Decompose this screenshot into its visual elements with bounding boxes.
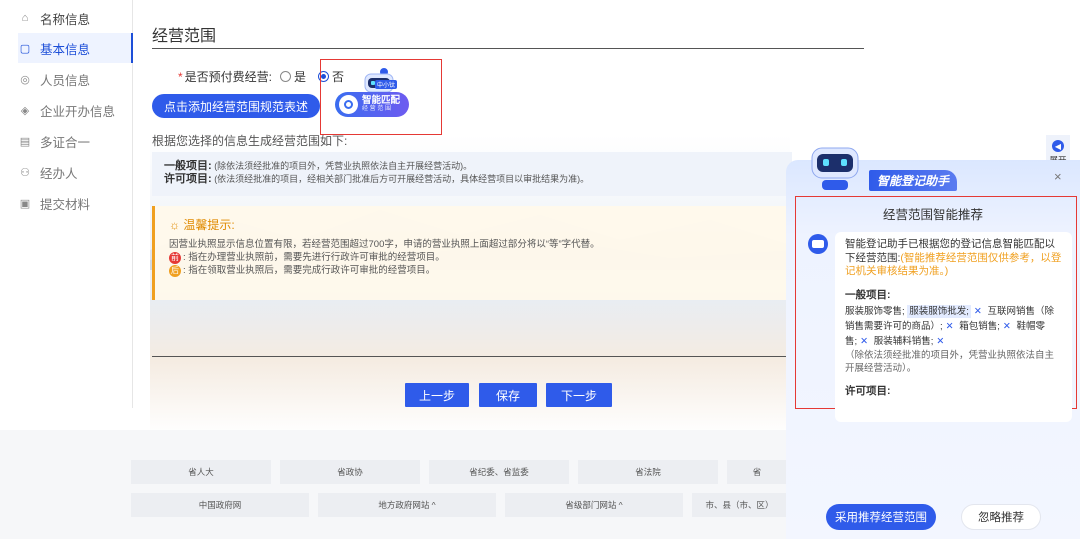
before-badge: 前 <box>169 251 181 264</box>
prev-step-button[interactable]: 上一步 <box>405 383 469 407</box>
smart-match-title: 智能匹配 <box>362 95 401 106</box>
remove-icon[interactable]: ✕ <box>860 336 868 347</box>
sidebar-item-label: 名称信息 <box>40 12 91 27</box>
tip-line: 因营业执照显示信息位置有限，若经营范围超过700字，申请的营业执照上面超过部分将… <box>169 239 600 250</box>
general-text: (除依法须经批准的项目外，凭营业执照依法自主开展经营活动)。 <box>214 161 473 171</box>
shield-icon: ◈ <box>20 104 30 117</box>
sidebar-item-name-info[interactable]: ⌂ 名称信息 <box>18 3 133 33</box>
footer-link[interactable]: 省法院 <box>578 460 718 484</box>
sidebar-item-basic-info[interactable]: ▢ 基本信息 <box>18 33 133 63</box>
use-recommendation-button[interactable]: 采用推荐经营范围 <box>826 504 936 530</box>
scope-item: 服装辅料销售; <box>873 335 934 347</box>
tips-title: ☼ 温馨提示: <box>169 216 778 233</box>
assistant-subtitle: 经营范围智能推荐 <box>882 208 983 222</box>
footer-dropdown[interactable]: 地方政府网站 ^ <box>318 493 496 517</box>
generated-scope-caption: 根据您选择的信息生成经营范围如下: <box>152 134 348 148</box>
tip-line-text: : 指在领取营业执照后，需要完成行政许可审批的经营项目。 <box>183 265 436 276</box>
sidebar-item-label: 多证合一 <box>40 135 91 150</box>
remove-icon[interactable]: ✕ <box>946 321 954 332</box>
scope-item: 服装服饰批发; <box>907 304 971 318</box>
remove-icon[interactable]: ✕ <box>974 306 982 317</box>
footer-link[interactable]: 省政协 <box>280 460 420 484</box>
sidebar: ⌂ 名称信息 ▢ 基本信息 ◎ 人员信息 ◈ 企业开办信息 ▤ 多证合一 ⚇ 经… <box>0 0 133 408</box>
user-icon: ◎ <box>20 73 30 86</box>
scope-item: 服装服饰零售; <box>845 305 905 317</box>
footer-dropdown[interactable]: 省级部门网站 ^ <box>505 493 683 517</box>
sidebar-item-enterprise-info[interactable]: ◈ 企业开办信息 <box>18 95 133 125</box>
scope-note: （除依法须经批准的项目外，凭营业执照依法自主开展经营活动）。 <box>845 349 1055 374</box>
sidebar-item-personnel-info[interactable]: ◎ 人员信息 <box>18 64 133 94</box>
radio-circle <box>280 71 292 82</box>
sidebar-item-label: 经办人 <box>40 166 78 181</box>
footer-link[interactable]: 省 <box>727 460 787 484</box>
prepay-label: 是否预付费经营: <box>184 70 273 84</box>
page-title: 经营范围 <box>152 28 217 45</box>
general-label: 一般项目: <box>845 288 891 301</box>
licensed-text: (依法须经批准的项目，经相关部门批准后方可开展经营活动，具体经营项目以审批结果为… <box>214 174 590 184</box>
scope-summary: 一般项目: (除依法须经批准的项目外，凭营业执照依法自主开展经营活动)。 许可项… <box>152 152 792 196</box>
required-mark: * <box>178 69 183 84</box>
remove-icon[interactable]: ✕ <box>936 336 944 347</box>
tips-box: ☼ 温馨提示: 因营业执照显示信息位置有限，若经营范围超过700字，申请的营业执… <box>152 206 792 300</box>
recommendation-intro: 智能登记助手已根据您的登记信息智能匹配以下经营范围:(智能推荐经营范围仅供参考，… <box>845 238 1062 279</box>
general-label: 一般项目: <box>164 160 212 172</box>
sidebar-item-agent[interactable]: ⚇ 经办人 <box>18 157 133 187</box>
smart-match-subtitle: 经 营 范 围 <box>362 106 392 112</box>
smart-match-badge: 中小钛 <box>375 80 398 89</box>
next-step-button[interactable]: 下一步 <box>546 383 612 407</box>
footer-link[interactable]: 省人大 <box>131 460 271 484</box>
smart-match-button[interactable]: 智能匹配 经 营 范 围 <box>335 92 409 117</box>
assistant-avatar <box>808 234 828 254</box>
footer-link[interactable]: 中国政府网 <box>131 493 309 517</box>
sidebar-item-label: 人员信息 <box>40 73 91 88</box>
person-icon: ⚇ <box>20 166 30 179</box>
prepay-radio-yes[interactable]: 是 <box>280 68 306 85</box>
after-badge: 后 <box>169 264 181 277</box>
scope-item: 箱包销售; <box>959 320 1000 332</box>
title-divider <box>152 48 864 49</box>
assistant-title: 智能登记助手 <box>869 170 958 191</box>
sidebar-item-label: 企业开办信息 <box>40 104 116 119</box>
smart-match-text: 智能匹配 经 营 范 围 <box>362 96 400 113</box>
home-icon: ⌂ <box>21 12 29 24</box>
sidebar-item-multi-cert[interactable]: ▤ 多证合一 <box>18 126 133 156</box>
bulb-icon: ☼ <box>169 218 184 232</box>
tip-line: 后 : 指在领取营业执照后，需要完成行政许可审批的经营项目。 <box>169 264 778 277</box>
ignore-recommendation-button[interactable]: 忽略推荐 <box>961 504 1041 530</box>
document-icon: ▢ <box>19 42 31 55</box>
tip-line: 前 : 指在办理营业执照前，需要先进行行政许可审批的经营项目。 <box>169 251 778 264</box>
licensed-label: 许可项目: <box>845 384 891 397</box>
general-projects-row: 一般项目: (除依法须经批准的项目外，凭营业执照依法自主开展经营活动)。 <box>164 160 780 173</box>
radio-label: 是 <box>294 70 307 84</box>
close-icon[interactable]: × <box>1054 169 1062 184</box>
robot-mascot-icon <box>811 147 859 190</box>
sidebar-item-label: 基本信息 <box>40 42 91 57</box>
footer-dropdown[interactable]: 市、县（市、区） <box>692 493 787 517</box>
footer-link[interactable]: 省纪委、省监委 <box>429 460 569 484</box>
sidebar-item-label: 提交材料 <box>40 197 91 212</box>
save-button[interactable]: 保存 <box>479 383 537 407</box>
target-icon <box>339 95 358 114</box>
bottom-divider <box>152 356 792 357</box>
tip-line-text: : 指在办理营业执照前，需要先进行行政许可审批的经营项目。 <box>183 252 445 263</box>
sidebar-item-submit-materials[interactable]: ▣ 提交材料 <box>18 188 133 218</box>
tips-title-text: 温馨提示: <box>183 218 235 232</box>
remove-icon[interactable]: ✕ <box>1003 321 1011 332</box>
recommendation-bubble: 智能登记助手已根据您的登记信息智能匹配以下经营范围:(智能推荐经营范围仅供参考，… <box>835 232 1072 422</box>
recommended-items: 服装服饰零售; 服装服饰批发; ✕ 互联网销售（除销售需要许可的商品）; ✕ 箱包销… <box>845 304 1062 375</box>
add-scope-button[interactable]: 点击添加经营范围规范表述 <box>152 94 320 118</box>
licensed-label: 许可项目: <box>164 173 212 185</box>
assistant-panel: 智能登记助手 × 经营范围智能推荐 智能登记助手已根据您的登记信息智能匹配以下经… <box>786 147 1080 539</box>
certificate-icon: ▤ <box>19 135 31 148</box>
file-icon: ▣ <box>19 197 31 210</box>
licensed-projects-row: 许可项目: (依法须经批准的项目，经相关部门批准后方可开展经营活动，具体经营项目… <box>164 173 780 186</box>
arrow-left-icon: ◀ <box>1052 140 1064 152</box>
